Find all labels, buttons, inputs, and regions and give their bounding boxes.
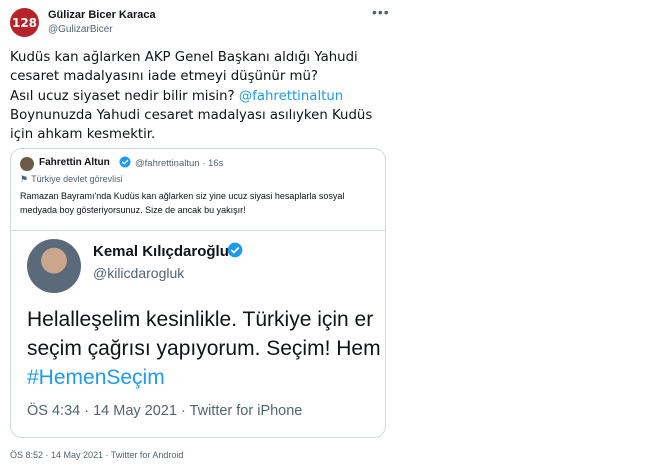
tweet-text-line: Kudüs kan ağlarken AKP Genel Başkanı ald… [10,50,358,65]
quote-meta: @fahrettinaltun · 16s [135,158,224,169]
tweet-text-line: için ahkam kesmektir. [10,127,156,143]
embedded-text-line: seçim çağrısı yapıyorum. Seçim! Hem [27,337,381,360]
embedded-author-handle: @kilicdarogluk [93,265,185,281]
avatar[interactable]: 128 [10,8,39,37]
embedded-tweet-image[interactable]: Kemal Kılıçdaroğlu @kilicdarogluk Helall… [11,230,385,437]
embedded-text: Helalleşelim kesinlikle. Türkiye için er… [27,305,381,392]
author-handle[interactable]: @GulizarBicer [48,24,113,35]
embedded-avatar [27,239,81,293]
embedded-hashtag: #HemenSeçim [27,366,165,389]
verified-badge-icon [119,156,131,168]
tweet-text-line: cesaret madalyasını iade etmeyi düşünür … [10,69,318,85]
tweet-text: Kudüs kan ağlarken AKP Genel Başkanı ald… [10,48,400,144]
tweet-text-line: Asıl ucuz siyaset nedir bilir misin? @fa… [10,87,400,106]
mention-link[interactable]: @fahrettinaltun [239,89,343,104]
quote-author-name[interactable]: Fahrettin Altun [39,157,110,168]
quoted-tweet[interactable]: Fahrettin Altun @fahrettinaltun · 16s ⚑ T… [10,148,386,438]
embedded-text-line: Helalleşelim kesinlikle. Türkiye için er [27,308,374,331]
tweet-timestamp[interactable]: ÖS 8:52 · 14 May 2021 · Twitter for Andr… [10,450,183,460]
embedded-author-name: Kemal Kılıçdaroğlu [93,243,229,260]
flag-icon: ⚑ [20,174,29,184]
tweet-text-segment: Asıl ucuz siyaset nedir bilir misin? [10,88,239,104]
ellipsis-icon[interactable]: ••• [372,4,390,20]
embedded-meta: ÖS 4:34 · 14 May 2021 · Twitter for iPho… [27,403,303,419]
government-label: ⚑ Türkiye devlet görevlisi [20,174,123,185]
quote-text: Ramazan Bayramı'nda Kudüs kan ağlarken s… [20,191,345,215]
government-label-text: Türkiye devlet görevlisi [31,174,123,184]
verified-badge-icon [227,242,243,258]
tweet-text-line: Boynunuzda Yahudi cesaret madalyası asıl… [10,107,373,123]
quote-avatar[interactable] [20,157,34,171]
author-name[interactable]: Gülizar Bicer Karaca [48,9,156,21]
